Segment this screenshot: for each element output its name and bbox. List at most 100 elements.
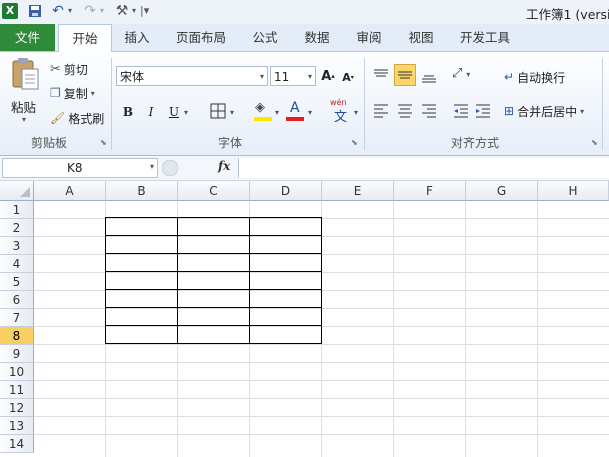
copy-button[interactable]: ❐ 复制 ▾ — [50, 84, 95, 102]
fill-color-button[interactable]: ◈ — [254, 100, 272, 122]
column-header-c[interactable]: C — [178, 181, 250, 201]
chevron-down-icon[interactable]: ▾ — [150, 162, 154, 171]
paste-dropdown-icon: ▾ — [22, 115, 27, 124]
customize-qat-icon[interactable]: |▾ — [140, 4, 149, 17]
column-header-g[interactable]: G — [466, 181, 538, 201]
align-middle-icon — [398, 71, 412, 79]
column-header-f[interactable]: F — [394, 181, 466, 201]
tab-data[interactable]: 数据 — [296, 24, 338, 51]
font-name-select[interactable]: 宋体 ▾ — [116, 66, 268, 86]
formula-bar-resize-handle[interactable] — [162, 160, 178, 176]
borders-dropdown-icon[interactable]: ▾ — [230, 108, 234, 117]
row-header-12[interactable]: 12 — [0, 399, 34, 417]
row-header-4[interactable]: 4 — [0, 255, 34, 273]
merge-icon: ⊞ — [504, 104, 515, 118]
merge-center-button[interactable]: ⊞ 合并后居中 ▾ — [504, 101, 584, 121]
grow-font-button[interactable]: A ▴ — [320, 66, 336, 86]
insert-function-button[interactable]: fx — [218, 159, 230, 173]
row-header-11[interactable]: 11 — [0, 381, 34, 399]
tab-insert[interactable]: 插入 — [114, 24, 160, 51]
gridline — [393, 201, 394, 457]
underline-dropdown-icon[interactable]: ▾ — [184, 108, 188, 117]
copy-dropdown-icon[interactable]: ▾ — [91, 89, 95, 98]
row-header-14[interactable]: 14 — [0, 435, 34, 453]
cut-button[interactable]: ✂ 剪切 — [50, 60, 88, 78]
align-left-button[interactable] — [372, 100, 390, 120]
undo-icon[interactable]: ↶ — [50, 3, 66, 19]
bold-button[interactable]: B — [120, 102, 136, 122]
tab-page-layout[interactable]: 页面布局 — [168, 24, 234, 51]
row-header-8[interactable]: 8 — [0, 327, 34, 345]
undo-dropdown-icon[interactable]: ▾ — [68, 6, 72, 15]
wrap-text-button[interactable]: ↵ 自动换行 — [504, 67, 565, 87]
align-top-button[interactable] — [372, 66, 390, 86]
redo-dropdown-icon[interactable]: ▾ — [100, 6, 104, 15]
tab-formulas[interactable]: 公式 — [244, 24, 286, 51]
formula-input[interactable] — [238, 158, 609, 178]
corner-triangle-icon — [20, 187, 30, 197]
brush-icon: 🖌 — [50, 111, 66, 125]
format-painter-button[interactable]: 🖌 格式刷 — [50, 109, 104, 127]
scissors-icon: ✂ — [50, 61, 61, 77]
borders-button[interactable] — [210, 103, 226, 122]
format-painter-label: 格式刷 — [68, 111, 105, 126]
column-header-h[interactable]: H — [538, 181, 609, 201]
select-all-corner[interactable] — [0, 181, 34, 201]
row-header-6[interactable]: 6 — [0, 291, 34, 309]
row-header-9[interactable]: 9 — [0, 345, 34, 363]
decrease-indent-icon — [454, 104, 468, 118]
row-header-1[interactable]: 1 — [0, 201, 34, 219]
worksheet-grid[interactable]: A B C D E F G H 1 2 3 4 5 6 7 8 9 10 11 … — [0, 181, 609, 457]
phonetic-button[interactable]: wén 文 — [330, 98, 354, 125]
name-box[interactable]: K8 ▾ — [2, 158, 158, 178]
font-size-select[interactable]: 11 ▾ — [270, 66, 316, 86]
row-header-2[interactable]: 2 — [0, 219, 34, 237]
increase-indent-button[interactable] — [474, 100, 492, 120]
decrease-indent-button[interactable] — [452, 100, 470, 120]
row-header-13[interactable]: 13 — [0, 417, 34, 435]
align-center-button[interactable] — [396, 100, 414, 120]
fill-color-dropdown-icon[interactable]: ▾ — [275, 108, 279, 117]
clipboard-group-label: 剪贴板 — [30, 136, 67, 150]
gridline — [537, 201, 538, 457]
tab-review[interactable]: 审阅 — [348, 24, 390, 51]
phonetic-char-icon: 文 — [334, 110, 348, 125]
clipboard-launcher-icon[interactable]: ⬊ — [100, 138, 107, 147]
title-bar: X ↶ ▾ ↷ ▾ ⚒ ▾ |▾ 工作簿1 (versic — [0, 0, 609, 24]
tab-view[interactable]: 视图 — [400, 24, 442, 51]
font-launcher-icon[interactable]: ⬊ — [351, 138, 358, 147]
row-header-7[interactable]: 7 — [0, 309, 34, 327]
tab-home[interactable]: 开始 — [58, 24, 112, 53]
column-header-e[interactable]: E — [322, 181, 394, 201]
phonetic-dropdown-icon[interactable]: ▾ — [354, 108, 358, 117]
column-header-a[interactable]: A — [34, 181, 106, 201]
tools-icon[interactable]: ⚒ — [114, 3, 130, 19]
italic-button[interactable]: I — [143, 102, 159, 122]
column-header-b[interactable]: B — [106, 181, 178, 201]
alignment-launcher-icon[interactable]: ⬊ — [591, 138, 598, 147]
column-header-d[interactable]: D — [250, 181, 322, 201]
align-center-icon — [398, 104, 412, 118]
gridline — [465, 201, 466, 457]
orientation-button[interactable]: ⤢ ▾ — [452, 66, 474, 86]
row-header-3[interactable]: 3 — [0, 237, 34, 255]
chevron-down-icon[interactable]: ▾ — [580, 107, 584, 116]
align-middle-button[interactable] — [394, 64, 416, 86]
shrink-font-button[interactable]: A ▾ — [340, 68, 356, 86]
align-bottom-button[interactable] — [420, 66, 438, 86]
align-right-button[interactable] — [420, 100, 438, 120]
tab-file[interactable]: 文件 — [0, 24, 55, 51]
underline-button[interactable]: U — [166, 102, 182, 122]
font-color-dropdown-icon[interactable]: ▾ — [308, 108, 312, 117]
tools-dropdown-icon[interactable]: ▾ — [132, 6, 136, 15]
gridline — [34, 434, 609, 435]
redo-icon[interactable]: ↷ — [82, 3, 98, 19]
save-icon[interactable] — [27, 3, 43, 19]
font-color-button[interactable]: A — [286, 100, 304, 122]
bordered-table-range[interactable] — [105, 217, 323, 345]
tab-developer[interactable]: 开发工具 — [452, 24, 518, 51]
row-header-10[interactable]: 10 — [0, 363, 34, 381]
ribbon: 粘贴 ▾ ✂ 剪切 ❐ 复制 ▾ 🖌 格式刷 剪贴板 ⬊ 宋体 ▾ 11 ▾ A… — [0, 52, 609, 156]
row-header-5[interactable]: 5 — [0, 273, 34, 291]
paste-button[interactable]: 粘贴 ▾ — [6, 57, 42, 125]
